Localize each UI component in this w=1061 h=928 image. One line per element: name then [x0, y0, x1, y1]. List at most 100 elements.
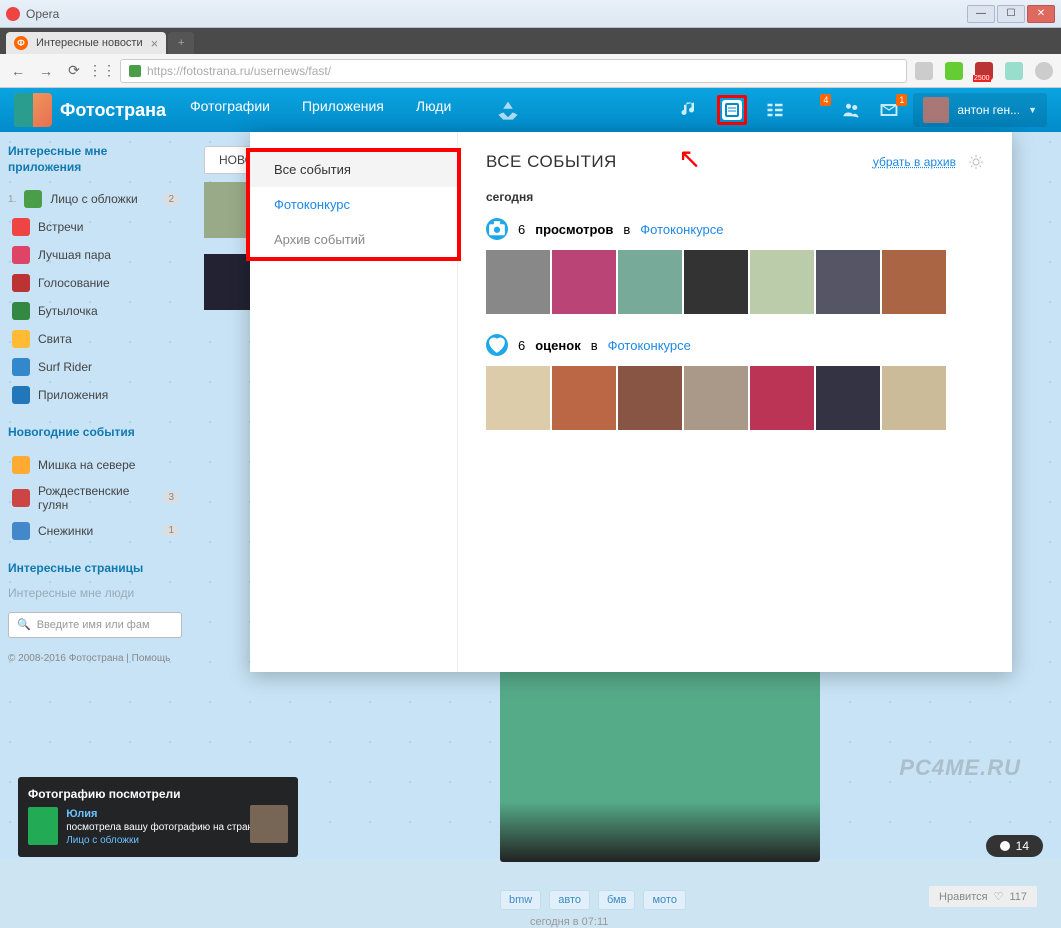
new-tab-button[interactable]: + [168, 32, 194, 54]
user-name: антон ген... [957, 103, 1020, 117]
sidebar-title-apps: Интересные мне приложения [8, 144, 182, 175]
event-thumb[interactable] [486, 250, 550, 314]
dropdown-title: ВСЕ СОБЫТИЯ [486, 152, 617, 172]
speed-dial-icon[interactable]: ⋮⋮ [92, 61, 112, 81]
friends-icon[interactable] [841, 100, 861, 120]
post-image[interactable] [500, 662, 820, 862]
toast-text: посмотрела вашу фотографию на странице [66, 822, 270, 833]
event-likes: 6 оценок в Фотоконкурсе [486, 334, 984, 430]
reload-button[interactable]: ⟳ [64, 61, 84, 81]
status-dot [1000, 841, 1010, 851]
sidebar-item-surfrider[interactable]: Surf Rider [8, 353, 182, 381]
sidebar-item-voting[interactable]: Голосование [8, 269, 182, 297]
notification-toast[interactable]: Фотографию посмотрели Юлия посмотрела ва… [18, 777, 298, 857]
event-link[interactable]: Фотоконкурсе [640, 222, 723, 237]
sidebar-search-input[interactable]: 🔍 Введите имя или фам [8, 612, 182, 638]
extension-badge-icon[interactable]: 2500 [975, 62, 993, 80]
tag[interactable]: мото [643, 890, 685, 910]
url-toolbar: ← → ⟳ ⋮⋮ https://fotostrana.ru/usernews/… [0, 54, 1061, 88]
vote-icon [12, 274, 30, 292]
like-button[interactable]: Нравится ♡ 117 [929, 886, 1037, 907]
dropdown-sidebar: Все события Фотоконкурс Архив событий [250, 132, 458, 672]
sidebar-item-bear[interactable]: Мишка на севере [8, 451, 182, 479]
dropdown-item-contest[interactable]: Фотоконкурс [250, 187, 457, 222]
event-thumb[interactable] [750, 366, 814, 430]
event-thumb[interactable] [618, 366, 682, 430]
toast-avatar [28, 807, 58, 845]
close-button[interactable]: ✕ [1027, 5, 1055, 23]
magazine-icon [24, 190, 42, 208]
forward-button[interactable]: → [36, 61, 56, 81]
event-thumb[interactable] [552, 250, 616, 314]
sidebar-item-bottle[interactable]: Бутылочка [8, 297, 182, 325]
chat-button[interactable]: 14 [986, 835, 1043, 857]
opera-turbo-icon[interactable] [1005, 62, 1023, 80]
gear-icon[interactable] [968, 154, 984, 170]
sidebar-item-label: Бутылочка [38, 304, 98, 318]
sidebar: Интересные мне приложения 1.Лицо с облож… [0, 132, 190, 859]
account-icon[interactable] [1035, 62, 1053, 80]
user-avatar [923, 97, 949, 123]
hearts-icon [12, 246, 30, 264]
logo-text: Фотострана [60, 100, 166, 121]
archive-link[interactable]: убрать в архив [873, 155, 956, 169]
messages-icon[interactable]: 1 [879, 100, 899, 120]
tab-close-icon[interactable]: × [151, 36, 159, 51]
event-thumb[interactable] [882, 366, 946, 430]
event-thumb[interactable] [750, 250, 814, 314]
event-thumb[interactable] [486, 366, 550, 430]
dropdown-item-archive[interactable]: Архив событий [250, 222, 457, 257]
logo[interactable]: Фотострана [14, 93, 166, 127]
window-app-name: Opera [26, 7, 59, 21]
event-thumb[interactable] [684, 250, 748, 314]
tag[interactable]: bmw [500, 890, 541, 910]
event-thumb[interactable] [684, 366, 748, 430]
event-thumb[interactable] [618, 250, 682, 314]
angel-icon[interactable] [493, 98, 523, 122]
sidebar-item-bestpair[interactable]: Лучшая пара [8, 241, 182, 269]
minimize-button[interactable]: — [967, 5, 995, 23]
user-menu[interactable]: антон ген... ▼ [913, 93, 1047, 127]
feed-icon[interactable] [765, 100, 785, 120]
site-header: Фотострана Фотографии Приложения Люди 4 … [0, 88, 1061, 132]
event-link[interactable]: Фотоконкурсе [608, 338, 691, 353]
event-thumb[interactable] [816, 250, 880, 314]
events-icon[interactable] [722, 100, 742, 120]
url-text: https://fotostrana.ru/usernews/fast/ [147, 64, 331, 78]
event-thumb[interactable] [816, 366, 880, 430]
nav-photos[interactable]: Фотографии [190, 98, 270, 122]
tag[interactable]: авто [549, 890, 590, 910]
sidebar-item-magazine[interactable]: 1.Лицо с обложки2 [8, 185, 182, 213]
heart-icon[interactable] [915, 62, 933, 80]
back-button[interactable]: ← [8, 61, 28, 81]
apps-icon [12, 386, 30, 404]
sidebar-item-suite[interactable]: Свита [8, 325, 182, 353]
gift-icon [12, 489, 30, 507]
dropdown-item-all[interactable]: Все события [250, 152, 457, 187]
sidebar-item-meetings[interactable]: Встречи [8, 213, 182, 241]
sidebar-item-snow[interactable]: Снежинки1 [8, 517, 182, 545]
post-time: сегодня в 07:11 [530, 916, 608, 928]
nav-people[interactable]: Люди [416, 98, 451, 122]
maximize-button[interactable]: ☐ [997, 5, 1025, 23]
sidebar-item-label: Голосование [38, 276, 110, 290]
sidebar-item-xmas[interactable]: Рождественские гулян3 [8, 479, 182, 517]
tag[interactable]: бмв [598, 890, 635, 910]
day-label: сегодня [486, 190, 984, 204]
search-placeholder: Введите имя или фам [37, 619, 150, 631]
nav-apps[interactable]: Приложения [302, 98, 384, 122]
event-thumb[interactable] [882, 250, 946, 314]
music-icon[interactable] [679, 100, 699, 120]
heart-icon [12, 218, 30, 236]
moon-icon[interactable]: 4 [803, 100, 823, 120]
toast-link[interactable]: Лицо с обложки [66, 835, 139, 846]
window-titlebar: Opera — ☐ ✕ [0, 0, 1061, 28]
sidebar-title-ny: Новогодние события [8, 425, 182, 441]
sidebar-item-apps[interactable]: Приложения [8, 381, 182, 409]
sidebar-item-label: Приложения [38, 388, 108, 402]
chevron-down-icon: ▼ [1028, 105, 1037, 115]
browser-tab[interactable]: Ф Интересные новости × [6, 32, 166, 54]
event-thumb[interactable] [552, 366, 616, 430]
url-input[interactable]: https://fotostrana.ru/usernews/fast/ [120, 59, 907, 83]
download-icon[interactable] [945, 62, 963, 80]
